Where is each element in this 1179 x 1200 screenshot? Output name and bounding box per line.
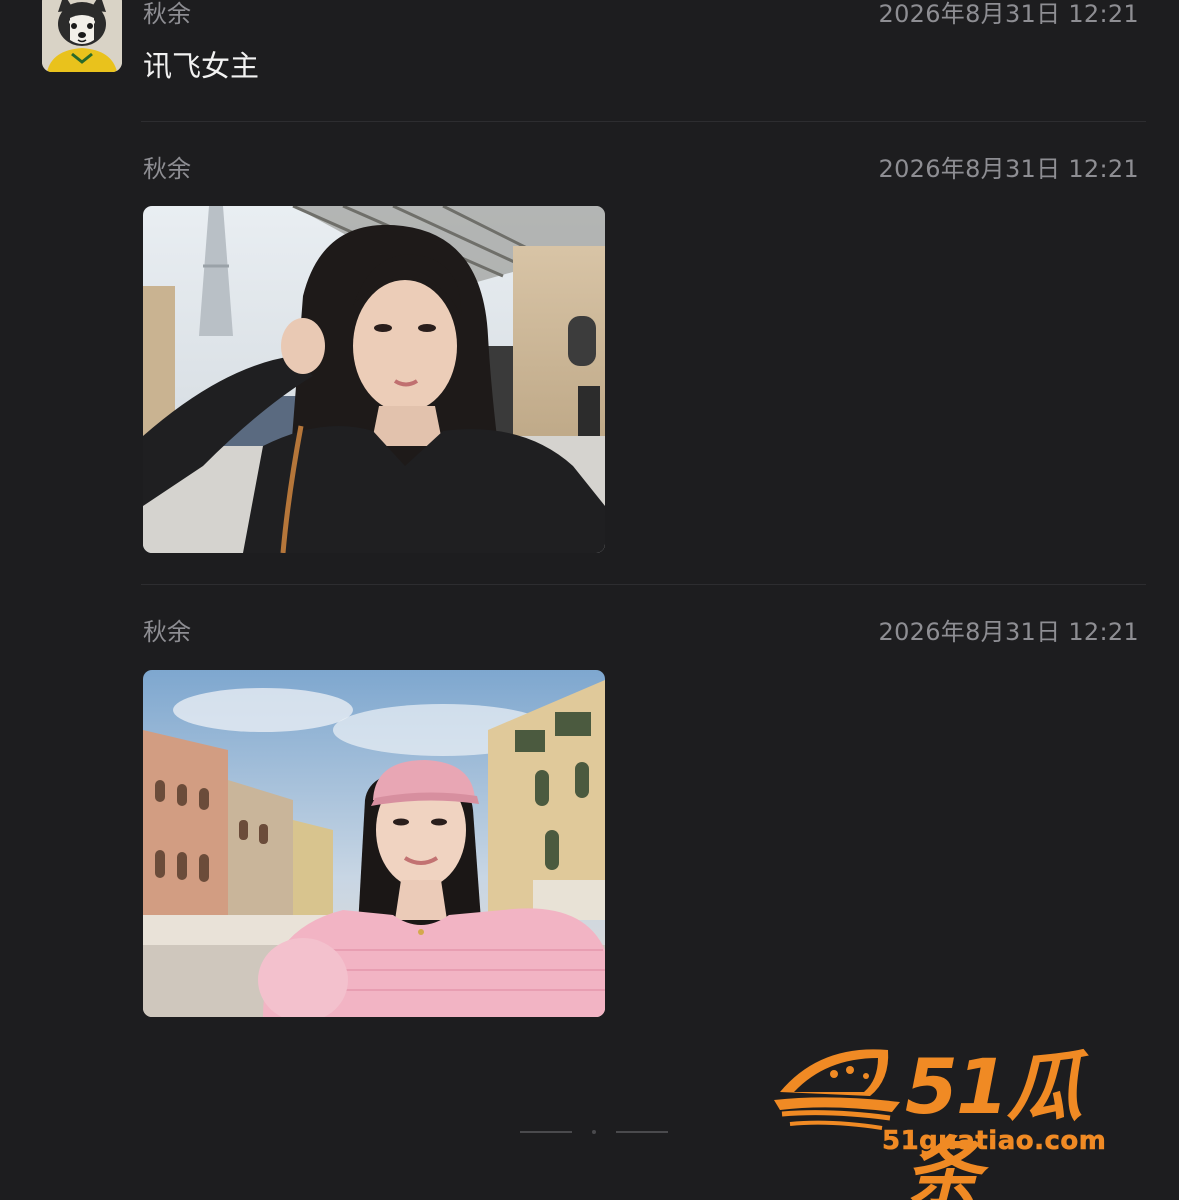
- sender-name: 秋余: [143, 0, 191, 28]
- sender-name: 秋余: [143, 155, 191, 183]
- photo-image: [143, 206, 605, 553]
- watermark-brand: 51瓜条: [905, 1042, 1083, 1200]
- message-time: 2026年8月31日 12:21: [878, 0, 1139, 28]
- divider: [141, 121, 1146, 122]
- message-text[interactable]: 讯飞女主: [143, 46, 259, 86]
- watermark-domain: 51guatiao.com: [882, 1126, 1107, 1157]
- photo-black-jacket-selfie[interactable]: [143, 206, 605, 553]
- photo-pink-cap-selfie[interactable]: [143, 670, 605, 1017]
- watermark: 51瓜条 51guatiao.com: [770, 1040, 1140, 1200]
- message-time: 2026年8月31日 12:21: [878, 155, 1139, 183]
- divider: [141, 584, 1146, 585]
- page-indicator-bars-icon: [520, 1130, 668, 1134]
- dog-avatar-icon: [42, 0, 122, 72]
- message-time: 2026年8月31日 12:21: [878, 618, 1139, 646]
- chat-history-page: 秋余 2026年8月31日 12:21 讯飞女主 秋余 2026年8月31日 1…: [0, 0, 1179, 1200]
- page-indicator: [520, 1121, 670, 1134]
- sender-avatar[interactable]: [42, 0, 122, 72]
- sender-name: 秋余: [143, 618, 191, 646]
- photo-image: [143, 670, 605, 1017]
- watermelon-fish-logo-icon: [774, 1049, 900, 1130]
